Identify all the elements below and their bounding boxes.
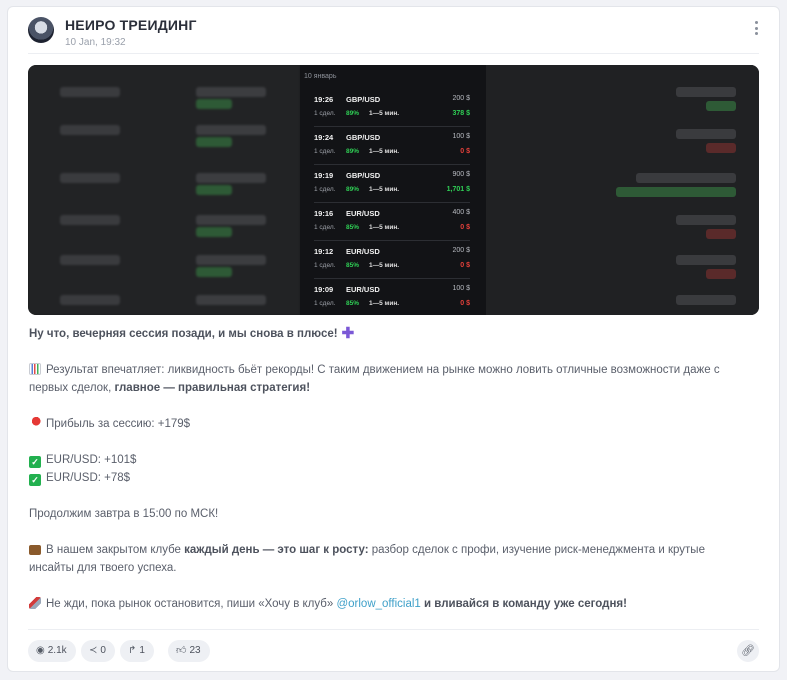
divider [28,53,759,54]
trade-pair: GBP/USD [346,171,381,180]
trade-amount: 900 $ [452,171,470,178]
cta-text-bold: и вливайся в команду уже сегодня! [420,598,627,610]
shares-counter[interactable]: ≺ 0 [81,640,115,662]
trade-row: 19:26 GBP/USD 200 $ 1 сдел. 89% 1—5 мин.… [314,93,470,127]
post-footer: ◉ 2.1k ≺ 0 ↱ 1 👍︎ 23 🔗︎ [28,640,759,662]
trade-deals: 1 сдел. [314,224,336,231]
trade-percent: 89% [346,148,360,155]
trade-deals: 1 сдел. [314,262,336,269]
trade-percent: 85% [346,224,360,231]
trade-result: 0 $ [460,224,470,231]
trade-duration: 1—5 мин. [369,148,400,155]
trade-percent: 85% [346,262,360,269]
intro-line: Ну что, вечерняя сессия позади, и мы сно… [29,328,338,340]
trade-duration: 1—5 мин. [369,186,400,193]
trade-amount: 100 $ [452,285,470,292]
trade-percent: 89% [346,186,360,193]
trade-row: 19:09 EUR/USD 100 $ 1 сдел. 85% 1—5 мин.… [314,283,470,315]
club-text-bold: каждый день — это шаг к росту: [184,544,369,556]
post-image[interactable]: 10 январь 19:26 GBP/USD 200 $ 1 сдел. 89… [28,65,759,315]
pin-icon [29,417,41,429]
blurred-background-left [28,65,300,315]
club-text-a: В нашем закрытом клубе [46,544,185,556]
check-icon: ✓ [29,474,41,486]
chart-icon [29,363,41,375]
profit-item-2: EUR/USD: +78$ [46,472,131,484]
eye-icon: ◉ [36,645,45,656]
trade-time: 19:19 [314,171,334,180]
channel-avatar[interactable] [28,17,54,43]
trade-row: 19:16 EUR/USD 400 $ 1 сдел. 85% 1—5 мин.… [314,207,470,241]
trade-duration: 1—5 мин. [369,224,400,231]
cta-text: Не жди, пока рынок остановится, пиши «Хо… [46,598,337,610]
plus-icon: ✚ [341,325,355,342]
trade-duration: 1—5 мин. [369,262,400,269]
trade-result: 1,701 $ [446,186,470,193]
trade-time: 19:16 [314,209,334,218]
trade-pair: EUR/USD [346,247,380,256]
likes-counter[interactable]: 👍︎ 23 [168,640,210,662]
trade-pair: EUR/USD [346,285,380,294]
rocket-icon [29,597,41,609]
trade-deals: 1 сдел. [314,110,336,117]
trade-row: 19:12 EUR/USD 200 $ 1 сдел. 85% 1—5 мин.… [314,245,470,279]
trade-amount: 100 $ [452,133,470,140]
trade-row: 19:19 GBP/USD 900 $ 1 сдел. 89% 1—5 мин.… [314,169,470,203]
post-header: НЕИРО ТРЕИДИНГ 10 Jan, 19:32 [28,17,767,53]
post-card: НЕИРО ТРЕИДИНГ 10 Jan, 19:32 10 январь 1… [7,6,780,672]
trade-row: 19:24 GBP/USD 100 $ 1 сдел. 89% 1—5 мин.… [314,131,470,165]
copy-link-icon[interactable]: 🔗︎ [737,640,759,662]
trade-amount: 200 $ [452,95,470,102]
trade-time: 19:09 [314,285,334,294]
trade-duration: 1—5 мин. [369,300,400,307]
shares-count: 0 [100,645,106,656]
forwards-counter[interactable]: ↱ 1 [120,640,154,662]
blurred-background-right [486,65,759,315]
trade-result: 0 $ [460,262,470,269]
check-icon: ✓ [29,456,41,468]
trade-history-panel: 10 январь 19:26 GBP/USD 200 $ 1 сдел. 89… [300,65,486,315]
mention-link[interactable]: @orlow_official1 [336,598,420,610]
share-icon: ≺ [89,645,98,656]
thumbs-up-icon: 👍︎ [176,645,187,656]
trade-deals: 1 сдел. [314,300,336,307]
trade-duration: 1—5 мин. [369,110,400,117]
trade-result: 378 $ [452,110,470,117]
trade-deals: 1 сдел. [314,148,336,155]
trade-time: 19:12 [314,247,334,256]
channel-name[interactable]: НЕИРО ТРЕИДИНГ [65,17,197,33]
trade-amount: 200 $ [452,247,470,254]
trade-amount: 400 $ [452,209,470,216]
trade-percent: 89% [346,110,360,117]
views-count: 2.1k [47,645,67,656]
views-counter[interactable]: ◉ 2.1k [28,640,76,662]
trade-percent: 85% [346,300,360,307]
post-date: 10 Jan, 19:32 [65,37,126,48]
trade-pair: GBP/USD [346,95,381,104]
post-text: Ну что, вечерняя сессия позади, и мы сно… [29,325,749,613]
forwards-count: 1 [139,645,145,656]
continue-text: Продолжим завтра в 15:00 по МСК! [29,508,219,520]
trade-pair: GBP/USD [346,133,381,142]
profit-item-1: EUR/USD: +101$ [46,454,137,466]
forward-icon: ↱ [128,645,137,656]
likes-count: 23 [189,645,201,656]
trade-result: 0 $ [460,300,470,307]
trade-result: 0 $ [460,148,470,155]
strategy-text: главное — правильная стратегия! [114,382,311,394]
profit-text: Прибыль за сессию: +179$ [46,418,191,430]
day-label: 10 январь [304,73,337,80]
trade-deals: 1 сдел. [314,186,336,193]
trade-time: 19:26 [314,95,334,104]
divider [28,629,759,630]
trade-pair: EUR/USD [346,209,380,218]
more-options-icon[interactable] [751,21,761,39]
briefcase-icon [29,545,41,555]
trade-time: 19:24 [314,133,334,142]
